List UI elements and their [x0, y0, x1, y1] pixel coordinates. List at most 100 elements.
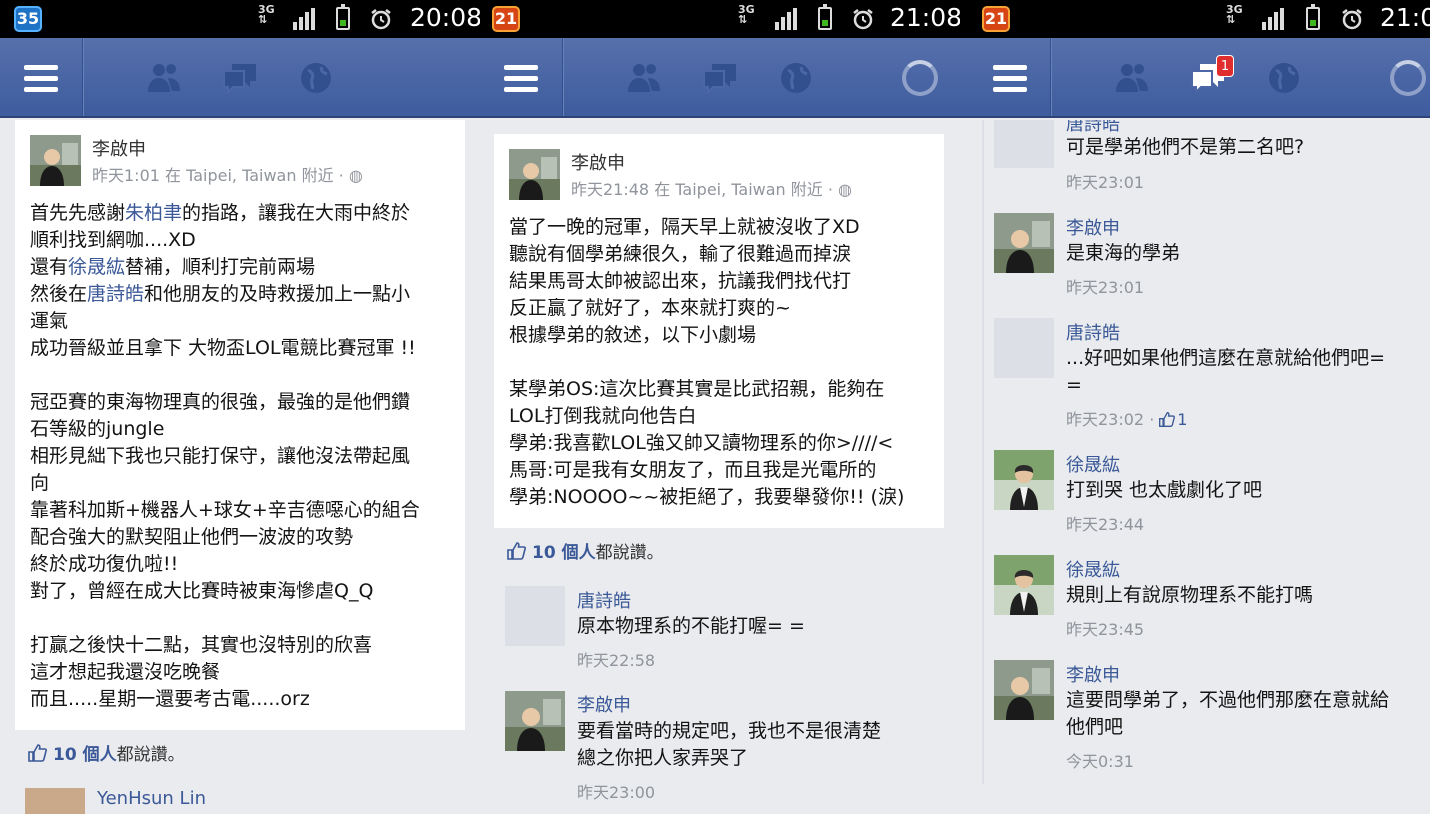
post-author-name[interactable]: 李啟申: [571, 149, 625, 175]
notification-count-badge[interactable]: 21: [492, 6, 520, 32]
comment-timestamp: 昨天23:44: [1066, 515, 1145, 534]
tagged-friend[interactable]: 唐詩皓: [87, 283, 144, 305]
battery-icon: [1306, 4, 1320, 30]
menu-icon[interactable]: [504, 65, 538, 93]
tagged-friend[interactable]: 徐晟紘: [68, 256, 125, 278]
friend-requests-icon[interactable]: [624, 58, 664, 98]
post-timestamp-location: 昨天1:01 在 Taipei, Taiwan 附近 ·: [92, 166, 344, 185]
loading-spinner-icon: [902, 60, 938, 96]
comment-timestamp: 昨天23:01: [1066, 278, 1145, 297]
comment-like-count[interactable]: 1: [1177, 410, 1187, 429]
post-line: 運氣: [30, 310, 69, 332]
comment-timestamp: 昨天23:01: [1066, 173, 1145, 192]
commenter-avatar[interactable]: [994, 450, 1054, 510]
network-type-label: 3G: [738, 3, 755, 16]
messages-count-badge[interactable]: 1: [1216, 55, 1234, 77]
commenter-avatar[interactable]: [994, 213, 1054, 273]
signal-strength-icon: [775, 8, 801, 30]
notifications-globe-icon[interactable]: [296, 58, 336, 98]
post-line: 某學弟OS:這次比賽其實是比武招親，能夠在: [509, 378, 885, 400]
comment-author-name[interactable]: YenHsun Lin: [97, 788, 206, 809]
post-line: 聽說有個學弟練很久，輸了很難過而掉淚: [509, 243, 852, 265]
post-line: 相形見絀下我也只能打保守，讓他沒法帶起風: [30, 445, 411, 467]
likes-summary[interactable]: 10 個人都說讚。: [27, 740, 185, 765]
privacy-icon: ◍: [838, 180, 853, 199]
post-line: 配合強大的默契阻止他們一波波的攻勢: [30, 526, 354, 548]
post-author-name[interactable]: 李啟申: [92, 135, 146, 161]
screen-panel-1: 35 3G ⇅ 20:08 李啟申 昨天1:01 在 Taipei, Taiwan…: [0, 0, 480, 814]
commenter-avatar[interactable]: [994, 318, 1054, 378]
battery-icon: [336, 4, 350, 30]
tagged-friend[interactable]: 朱柏聿: [125, 202, 182, 224]
menu-icon[interactable]: [24, 65, 58, 93]
commenter-avatar[interactable]: [505, 691, 565, 751]
post-line: 根據學弟的敘述，以下小劇場: [509, 324, 757, 346]
status-bar: 21 3G⇅ 21:08: [960, 0, 1430, 38]
comment-author-name[interactable]: 李啟申: [1066, 214, 1120, 240]
post-line: 石等級的jungle: [30, 418, 165, 440]
notifications-globe-icon[interactable]: [1264, 58, 1304, 98]
commenter-avatar[interactable]: [994, 120, 1054, 168]
post-line: 打贏之後快十二點，其實也沒特別的欣喜: [30, 634, 373, 656]
thumbs-up-icon: [1159, 412, 1176, 427]
commenter-avatar[interactable]: [994, 660, 1054, 720]
commenter-avatar[interactable]: [994, 555, 1054, 615]
facebook-navbar: [480, 38, 960, 118]
loading-spinner-icon: [1390, 60, 1426, 96]
post-line: 成功晉級並且拿下 大物盃LOL電競比賽冠軍 !!: [30, 337, 416, 359]
likes-count: 10 個人: [53, 745, 117, 765]
post-line: 學弟:NOOOO~~被拒絕了，我要舉發你!! (淚): [509, 486, 905, 508]
facebook-navbar: 1: [960, 38, 1430, 118]
signal-strength-icon: [293, 8, 319, 30]
comment-timestamp: 今天0:31: [1066, 752, 1134, 771]
post-line: 反正贏了就好了，本來就打爽的~: [509, 297, 791, 319]
friend-requests-icon[interactable]: [144, 58, 184, 98]
friend-requests-icon[interactable]: [1112, 58, 1152, 98]
commenter-avatar[interactable]: [25, 788, 85, 814]
post-line: 還有徐晟紘替補，順利打完前兩場: [30, 256, 316, 278]
post-line: 冠亞賽的東海物理真的很強，最強的是他們鑽: [30, 391, 411, 413]
post-card: 李啟申 昨天21:48 在 Taipei, Taiwan 附近 · ◍ 當了一晚…: [494, 134, 944, 528]
notification-count-badge[interactable]: 35: [14, 6, 42, 32]
comment-text: 這要問學弟了，不過他們那麼在意就給 他們吧: [1066, 689, 1390, 738]
commenter-avatar[interactable]: [505, 586, 565, 646]
post-line: 結果馬哥太帥被認出來，抗議我們找代打: [509, 270, 852, 292]
post-timestamp-location: 昨天21:48 在 Taipei, Taiwan 附近 ·: [571, 180, 833, 199]
post-line: 向: [30, 472, 50, 494]
likes-summary[interactable]: 10 個人都說讚。: [506, 538, 664, 563]
comment-author-name[interactable]: 李啟申: [1066, 661, 1120, 687]
post-line: 這才想起我還沒吃晚餐: [30, 661, 221, 683]
battery-icon: [818, 4, 832, 30]
comment-author-name[interactable]: 唐詩皓: [577, 587, 631, 613]
thumbs-up-icon: [507, 542, 526, 560]
messages-icon[interactable]: [700, 58, 740, 98]
post-line: 馬哥:可是我有女朋友了，而且我是光電所的: [509, 459, 877, 481]
privacy-icon: ◍: [348, 166, 363, 185]
comment-text: 原本物理系的不能打喔= =: [577, 615, 805, 637]
author-avatar[interactable]: [30, 135, 81, 186]
author-avatar[interactable]: [509, 149, 560, 200]
post-line: 終於成功復仇啦!!: [30, 553, 179, 575]
status-bar: 21 3G⇅ 21:08: [480, 0, 960, 38]
network-type-label: 3G: [1226, 3, 1243, 16]
comment-author-name[interactable]: 李啟申: [577, 691, 631, 717]
signal-strength-icon: [1262, 8, 1288, 30]
comment-author-name[interactable]: 徐晟紘: [1066, 451, 1120, 477]
notification-count-badge[interactable]: 21: [982, 6, 1010, 32]
post-line: 而且.....星期一還要考古電.....orz: [30, 688, 310, 710]
messages-icon[interactable]: [220, 58, 260, 98]
notifications-globe-icon[interactable]: [776, 58, 816, 98]
post-line: 對了，曾經在成大比賽時被東海慘虐Q_Q: [30, 580, 374, 602]
post-body: 當了一晚的冠軍，隔天早上就被沒收了XD 聽說有個學弟練很久，輸了很難過而掉淚 結…: [509, 214, 904, 511]
clock-time: 20:08: [410, 3, 480, 32]
menu-icon[interactable]: [993, 65, 1027, 93]
post-meta: 昨天1:01 在 Taipei, Taiwan 附近 · ◍: [92, 162, 363, 186]
comment-text: 打到哭 也太戲劇化了吧: [1066, 479, 1263, 501]
alarm-clock-icon: [371, 9, 391, 30]
comment-author-name[interactable]: 唐詩皓: [1066, 319, 1120, 345]
facebook-navbar: [0, 38, 480, 118]
post-line: [30, 362, 420, 389]
comment-author-name[interactable]: 徐晟紘: [1066, 556, 1120, 582]
thumbs-up-icon: [28, 744, 47, 762]
clock-time: 21:08: [1380, 3, 1430, 32]
